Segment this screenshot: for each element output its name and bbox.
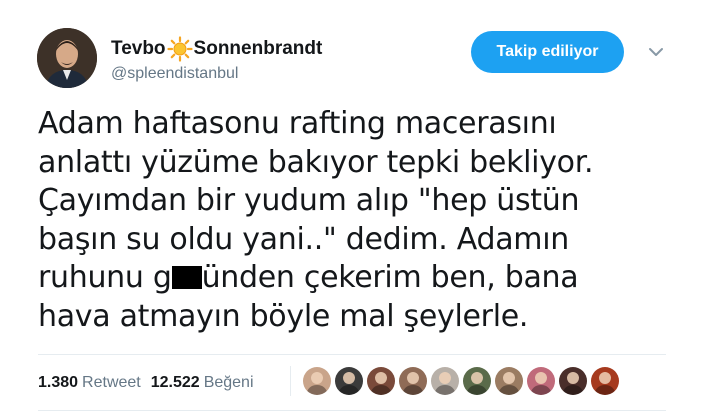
sun-icon bbox=[166, 36, 193, 62]
chevron-down-icon[interactable] bbox=[646, 42, 666, 62]
retweet-label: Retweet bbox=[82, 374, 141, 391]
avatar[interactable] bbox=[37, 28, 97, 88]
like-number: 12.522 bbox=[150, 374, 200, 391]
display-name-last: Sonnenbrandt bbox=[193, 38, 323, 59]
retweet-count[interactable]: 1.380 Retweet bbox=[38, 374, 141, 392]
divider bbox=[38, 354, 666, 355]
liker-avatar[interactable] bbox=[431, 367, 459, 395]
divider bbox=[38, 410, 666, 411]
liker-avatar[interactable] bbox=[559, 367, 587, 395]
tweet-line: ruhunu g bbox=[38, 260, 172, 295]
liker-avatar[interactable] bbox=[367, 367, 395, 395]
tweet-line: Adam haftasonu rafting macerasını bbox=[38, 106, 557, 141]
tweet-line: Çayımdan bir yudum alıp "hep üstün bbox=[38, 183, 580, 218]
user-handle[interactable]: @spleendistanbul bbox=[111, 65, 238, 83]
stats-separator bbox=[290, 366, 291, 396]
liker-avatar[interactable] bbox=[527, 367, 555, 395]
tweet-line: başın su oldu yani.." dedim. Adamın bbox=[38, 221, 569, 257]
liker-avatar[interactable] bbox=[335, 367, 363, 395]
liker-avatar[interactable] bbox=[463, 367, 491, 395]
redaction-block bbox=[171, 266, 202, 289]
tweet-line: hava atmayın böyle mal şeylerle. bbox=[38, 298, 529, 334]
tweet-text: Adam haftasonu rafting macerasını anlatt… bbox=[38, 105, 678, 336]
liker-avatar[interactable] bbox=[399, 367, 427, 395]
tweet-line: ünden çekerim ben, bana bbox=[201, 260, 579, 295]
likers-avatars bbox=[303, 367, 619, 395]
liker-avatar[interactable] bbox=[495, 367, 523, 395]
display-name-first: Tevbo bbox=[111, 38, 166, 59]
tweet-line: anlattı yüzüme bakıyor tepki bekliyor. bbox=[38, 144, 594, 180]
liker-avatar[interactable] bbox=[303, 367, 331, 395]
retweet-number: 1.380 bbox=[38, 374, 79, 391]
like-count[interactable]: 12.522 Beğeni bbox=[151, 374, 254, 392]
liker-avatar[interactable] bbox=[591, 367, 619, 395]
tweet-stats: 1.380 Retweet 12.522 Beğeni bbox=[38, 374, 254, 392]
display-name[interactable]: Tevbo Sonnenbrandt bbox=[111, 36, 322, 62]
following-button[interactable]: Takip ediliyor bbox=[471, 31, 624, 73]
like-label: Beğeni bbox=[203, 374, 254, 391]
